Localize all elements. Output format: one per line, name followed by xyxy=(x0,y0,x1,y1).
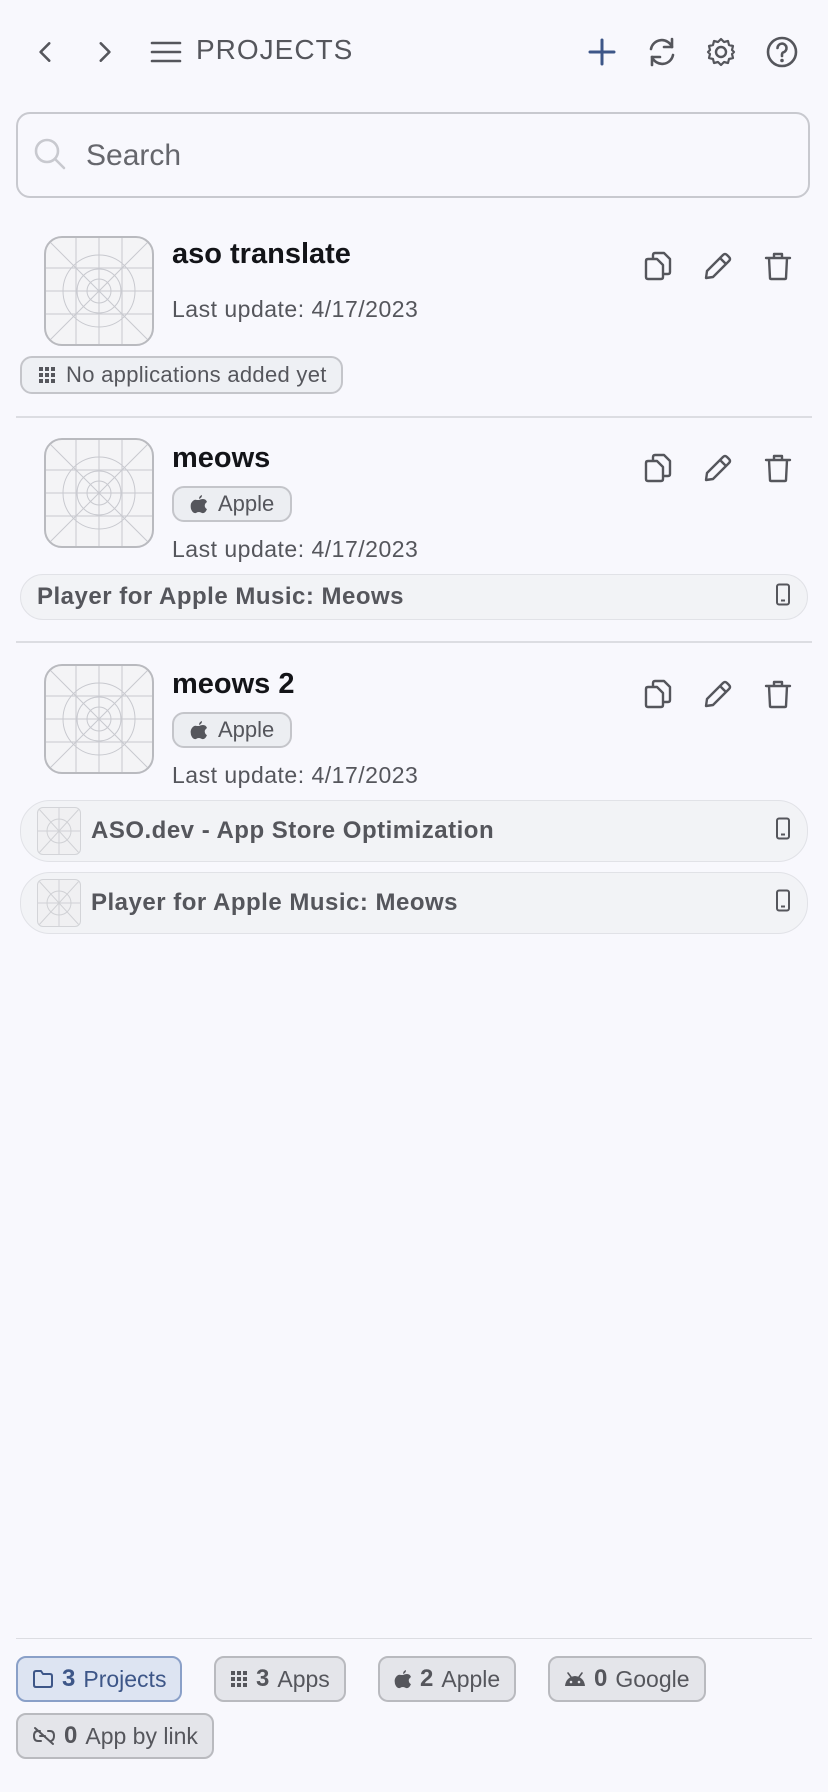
edit-button[interactable] xyxy=(696,446,740,490)
phone-icon xyxy=(775,583,791,612)
stat-count: 3 xyxy=(256,1665,270,1692)
stat-label: Projects xyxy=(83,1665,167,1692)
menu-button[interactable] xyxy=(144,30,188,74)
folder-icon xyxy=(33,1670,53,1688)
gear-icon xyxy=(706,37,736,67)
last-update: Last update: 4/17/2023 xyxy=(172,536,419,562)
help-icon xyxy=(766,36,798,68)
stat-count: 0 xyxy=(594,1665,608,1692)
edit-button[interactable] xyxy=(696,672,740,716)
link-off-icon xyxy=(32,1727,56,1745)
project-card[interactable]: meows Apple Last update: 4/17/2023 Playe… xyxy=(0,432,828,622)
stat-count: 3 xyxy=(62,1665,76,1692)
stat-projects-button[interactable]: 3 Projects xyxy=(16,1656,183,1702)
delete-button[interactable] xyxy=(756,244,800,288)
store-badge-apple: Apple xyxy=(172,712,293,748)
project-name: meows xyxy=(172,442,271,474)
store-badge-apple: Apple xyxy=(172,486,293,522)
trash-icon xyxy=(764,252,792,281)
pencil-icon xyxy=(704,680,732,708)
app-row[interactable]: Player for Apple Music: Meows xyxy=(20,574,808,620)
stat-google-button[interactable]: 0 Google xyxy=(548,1656,706,1702)
stat-label: App by link xyxy=(85,1722,198,1749)
stat-label: Google xyxy=(615,1665,690,1692)
add-project-button[interactable] xyxy=(580,30,624,74)
project-card[interactable]: meows 2 Apple Last update: 4/17/2023 ASO… xyxy=(0,658,828,938)
grid-icon xyxy=(39,367,55,383)
stat-apple-button[interactable]: 2 Apple xyxy=(378,1656,517,1702)
chevron-left-icon xyxy=(39,42,51,62)
apple-icon xyxy=(394,1670,411,1689)
duplicate-button[interactable] xyxy=(636,244,680,288)
search-icon xyxy=(32,136,68,177)
back-button[interactable] xyxy=(24,30,68,74)
project-name: aso translate xyxy=(172,238,351,270)
trash-icon xyxy=(764,454,792,483)
pencil-icon xyxy=(704,454,732,482)
grid-icon xyxy=(231,1671,247,1687)
plus-icon xyxy=(588,38,616,66)
last-update: Last update: 4/17/2023 xyxy=(172,296,419,322)
edit-button[interactable] xyxy=(696,244,740,288)
help-button[interactable] xyxy=(760,30,804,74)
store-label: Apple xyxy=(218,717,275,742)
no-apps-label: No applications added yet xyxy=(66,362,327,387)
chevron-right-icon xyxy=(99,42,111,62)
app-name: ASO.dev - App Store Optimization xyxy=(91,817,495,844)
settings-button[interactable] xyxy=(699,30,743,74)
pencil-icon xyxy=(704,252,732,280)
android-icon xyxy=(565,1672,585,1686)
duplicate-button[interactable] xyxy=(636,446,680,490)
trash-icon xyxy=(764,680,792,709)
delete-button[interactable] xyxy=(756,672,800,716)
copy-icon xyxy=(644,679,672,709)
divider xyxy=(16,1638,812,1639)
duplicate-button[interactable] xyxy=(636,672,680,716)
stat-app-by-link-button[interactable]: 0 App by link xyxy=(16,1713,214,1759)
project-placeholder-icon xyxy=(44,236,154,346)
app-placeholder-icon xyxy=(37,807,81,855)
refresh-icon xyxy=(649,37,675,67)
copy-icon xyxy=(644,453,672,483)
stat-label: Apple xyxy=(441,1665,501,1692)
stat-count: 0 xyxy=(64,1722,78,1749)
store-label: Apple xyxy=(218,491,275,516)
app-row[interactable]: Player for Apple Music: Meows xyxy=(20,872,808,934)
apple-icon xyxy=(190,721,207,740)
project-placeholder-icon xyxy=(44,664,154,774)
divider xyxy=(16,416,812,418)
no-apps-badge: No applications added yet xyxy=(20,356,343,394)
stat-label: Apps xyxy=(277,1665,330,1692)
last-update: Last update: 4/17/2023 xyxy=(172,762,419,788)
delete-button[interactable] xyxy=(756,446,800,490)
stat-apps-button[interactable]: 3 Apps xyxy=(214,1656,346,1702)
app-name: Player for Apple Music: Meows xyxy=(37,583,405,610)
project-name: meows 2 xyxy=(172,668,295,700)
forward-button[interactable] xyxy=(82,30,126,74)
refresh-button[interactable] xyxy=(640,30,684,74)
search-input[interactable] xyxy=(84,132,788,180)
top-bar: PROJECTS xyxy=(0,0,828,104)
phone-icon xyxy=(775,817,791,846)
page-title: PROJECTS xyxy=(196,34,354,65)
divider xyxy=(16,641,812,643)
app-row[interactable]: ASO.dev - App Store Optimization xyxy=(20,800,808,862)
project-card[interactable]: aso translate Last update: 4/17/2023 No … xyxy=(0,230,828,410)
copy-icon xyxy=(644,251,672,281)
project-placeholder-icon xyxy=(44,438,154,548)
phone-icon xyxy=(775,889,791,918)
app-placeholder-icon xyxy=(37,879,81,927)
hamburger-menu-icon xyxy=(150,41,182,63)
stat-count: 2 xyxy=(420,1665,434,1692)
search-box xyxy=(16,112,810,198)
apple-icon xyxy=(190,495,207,514)
app-name: Player for Apple Music: Meows xyxy=(91,889,459,916)
